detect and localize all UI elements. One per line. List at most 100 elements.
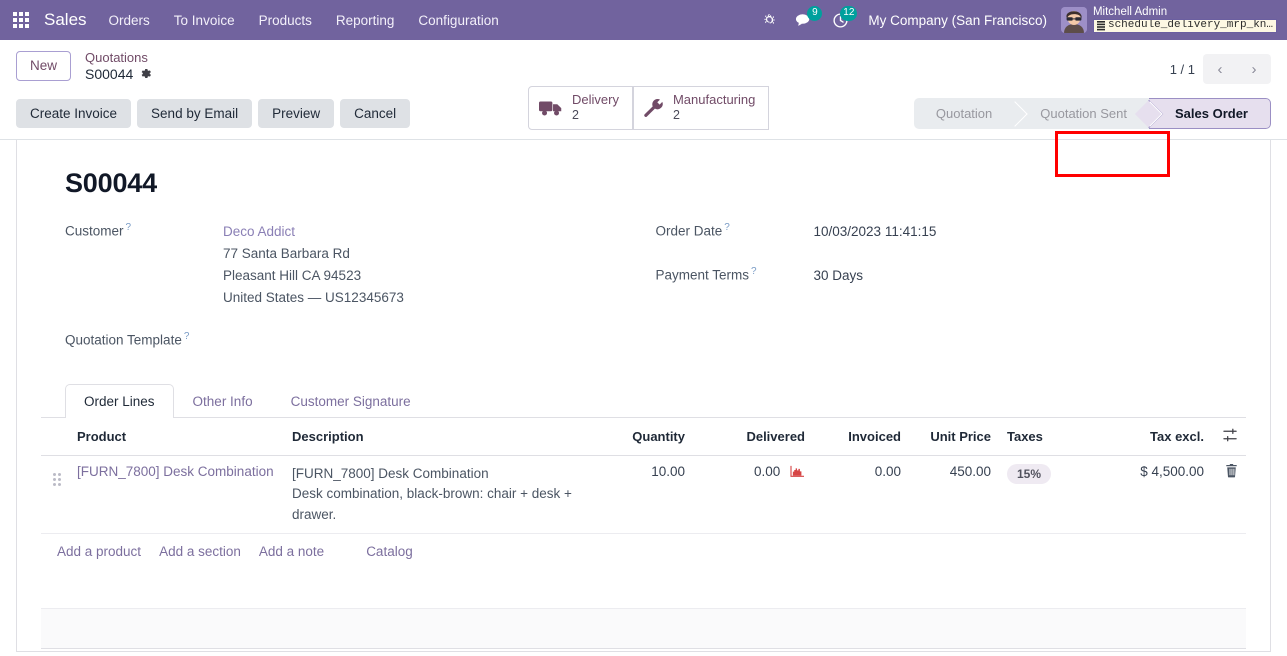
col-delivered[interactable]: Delivered	[693, 417, 813, 456]
menu-item-orders[interactable]: Orders	[97, 3, 162, 38]
tab-order-lines[interactable]: Order Lines	[65, 383, 174, 418]
col-unit-price[interactable]: Unit Price	[909, 417, 999, 456]
trash-icon[interactable]	[1225, 463, 1238, 481]
order-lines-table: Product Description Quantity Delivered I…	[41, 417, 1246, 570]
cell-quantity[interactable]: 10.00	[597, 455, 693, 535]
pager: 1 / 1 ‹ ›	[1170, 48, 1271, 84]
cell-product[interactable]: [FURN_7800] Desk Combination	[69, 455, 284, 535]
cell-delivered[interactable]: 0.00	[693, 455, 813, 535]
add-links: Add a product Add a section Add a note C…	[49, 544, 1238, 559]
description-line-1: [FURN_7800] Desk Combination	[292, 465, 489, 481]
smart-button-delivery[interactable]: Delivery 2	[528, 86, 633, 130]
customer-address-line-3: United States — US12345673	[223, 289, 404, 305]
table-row[interactable]: [FURN_7800] Desk Combination [FURN_7800]…	[41, 455, 1246, 535]
branch-indicator[interactable]: schedule_delivery_mrp_kn…	[1092, 19, 1277, 33]
user-menu[interactable]: Mitchell Admin schedule_delivery_mrp_kn…	[1057, 6, 1279, 33]
forecast-report-icon[interactable]	[790, 465, 805, 481]
activity-clock-icon[interactable]: 12	[823, 5, 858, 33]
chevron-left-icon: ‹	[1217, 60, 1223, 78]
wrench-icon	[644, 99, 664, 117]
add-row: Add a product Add a section Add a note C…	[41, 534, 1246, 570]
cell-taxes[interactable]: 15%	[999, 455, 1094, 535]
col-taxes[interactable]: Taxes	[999, 417, 1094, 456]
truck-icon	[539, 99, 563, 117]
field-order-date: Order Date? 10/03/2023 11:41:15	[656, 221, 1247, 243]
cell-delete[interactable]	[1212, 455, 1246, 535]
col-quantity[interactable]: Quantity	[597, 417, 693, 456]
breadcrumb: Quotations S00044	[85, 48, 152, 84]
field-customer: Customer? Deco Addict 77 Santa Barbara R…	[65, 221, 656, 308]
cell-invoiced[interactable]: 0.00	[813, 455, 909, 535]
table-header-row: Product Description Quantity Delivered I…	[41, 417, 1246, 456]
activity-badge-count: 12	[840, 5, 858, 21]
app-brand-sales[interactable]: Sales	[44, 10, 87, 30]
cancel-button[interactable]: Cancel	[340, 99, 411, 128]
smart-button-delivery-label: Delivery	[572, 92, 619, 108]
chat-bubble-icon[interactable]: 9	[786, 6, 823, 32]
add-a-section-link[interactable]: Add a section	[159, 544, 241, 559]
row-drag-cell[interactable]	[41, 455, 69, 535]
customer-address-line-2: Pleasant Hill CA 94523	[223, 267, 362, 283]
menu-item-configuration[interactable]: Configuration	[406, 3, 510, 38]
description-line-2: Desk combination, black-brown: chair + d…	[292, 486, 572, 522]
menu-item-reporting[interactable]: Reporting	[324, 3, 407, 38]
menu-item-to-invoice[interactable]: To Invoice	[162, 3, 247, 38]
field-payment-terms-label: Payment Terms?	[655, 265, 757, 283]
smart-button-manufacturing[interactable]: Manufacturing 2	[632, 86, 770, 130]
smart-button-delivery-value: 2	[572, 108, 579, 123]
column-settings-icon[interactable]	[1223, 428, 1238, 445]
field-payment-terms: Payment Terms? 30 Days	[656, 265, 1247, 287]
smart-button-manufacturing-text: Manufacturing 2	[672, 92, 755, 123]
send-by-email-button[interactable]: Send by Email	[137, 99, 253, 128]
smart-buttons: Delivery 2 Manufacturing 2	[528, 86, 1170, 177]
breadcrumb-parent-quotations[interactable]: Quotations	[85, 50, 152, 66]
tab-customer-signature[interactable]: Customer Signature	[272, 384, 430, 418]
field-quotation-template-label: Quotation Template?	[65, 331, 190, 348]
apps-grid-icon[interactable]	[6, 5, 36, 35]
cell-tax-excl: $ 4,500.00	[1094, 455, 1212, 535]
help-icon[interactable]: ?	[724, 222, 730, 233]
col-tax-excl[interactable]: Tax excl.	[1094, 417, 1212, 456]
field-payment-terms-value[interactable]: 30 Days	[814, 265, 864, 287]
create-invoice-button[interactable]: Create Invoice	[16, 99, 132, 128]
col-product[interactable]: Product	[69, 417, 284, 456]
field-quotation-template: Quotation Template?	[65, 330, 656, 348]
col-invoiced[interactable]: Invoiced	[813, 417, 909, 456]
breadcrumb-current: S00044	[85, 66, 152, 84]
field-customer-label: Customer?	[65, 222, 132, 239]
new-button[interactable]: New	[16, 51, 72, 81]
main-menu: Orders To Invoice Products Reporting Con…	[97, 3, 511, 38]
status-step-quotation-sent[interactable]: Quotation Sent	[1014, 98, 1149, 129]
field-order-date-value[interactable]: 10/03/2023 11:41:15	[814, 221, 937, 243]
company-switcher[interactable]: My Company (San Francisco)	[858, 7, 1057, 34]
menu-item-products[interactable]: Products	[247, 3, 324, 38]
gear-icon[interactable]	[139, 67, 152, 84]
help-icon[interactable]: ?	[126, 222, 132, 233]
add-a-product-link[interactable]: Add a product	[57, 544, 141, 559]
status-step-sales-order[interactable]: Sales Order	[1149, 98, 1271, 129]
cell-unit-price[interactable]: 450.00	[909, 455, 999, 535]
systray: 9 12 My Company (San Francisco) Mitchell…	[753, 5, 1279, 34]
form-sheet: S00044 Customer? Deco Addict 77 Santa Ba…	[16, 140, 1271, 652]
status-step-quotation[interactable]: Quotation	[914, 98, 1014, 129]
preview-button[interactable]: Preview	[258, 99, 335, 128]
cell-description[interactable]: [FURN_7800] Desk Combination Desk combin…	[284, 455, 597, 535]
field-customer-value: Deco Addict 77 Santa Barbara Rd Pleasant…	[223, 221, 404, 308]
add-a-note-link[interactable]: Add a note	[259, 544, 324, 559]
help-icon[interactable]: ?	[751, 266, 757, 277]
bug-icon[interactable]	[753, 9, 786, 32]
customer-address-line-1: 77 Santa Barbara Rd	[223, 245, 350, 261]
customer-link[interactable]: Deco Addict	[223, 221, 404, 243]
col-description[interactable]: Description	[284, 417, 597, 456]
form-column-left: Customer? Deco Addict 77 Santa Barbara R…	[65, 221, 656, 358]
pager-next-button[interactable]: ›	[1237, 54, 1271, 84]
help-icon[interactable]: ?	[184, 331, 190, 342]
order-lines-body: [FURN_7800] Desk Combination [FURN_7800]…	[41, 455, 1246, 569]
tab-other-info[interactable]: Other Info	[174, 384, 272, 418]
catalog-link[interactable]: Catalog	[366, 544, 413, 559]
pager-previous-button[interactable]: ‹	[1203, 54, 1237, 84]
drag-handle-icon[interactable]	[53, 472, 61, 486]
action-buttons: Create Invoice Send by Email Preview Can…	[16, 99, 411, 128]
breadcrumb-record-name: S00044	[85, 66, 134, 83]
smart-button-manufacturing-value: 2	[672, 108, 680, 123]
